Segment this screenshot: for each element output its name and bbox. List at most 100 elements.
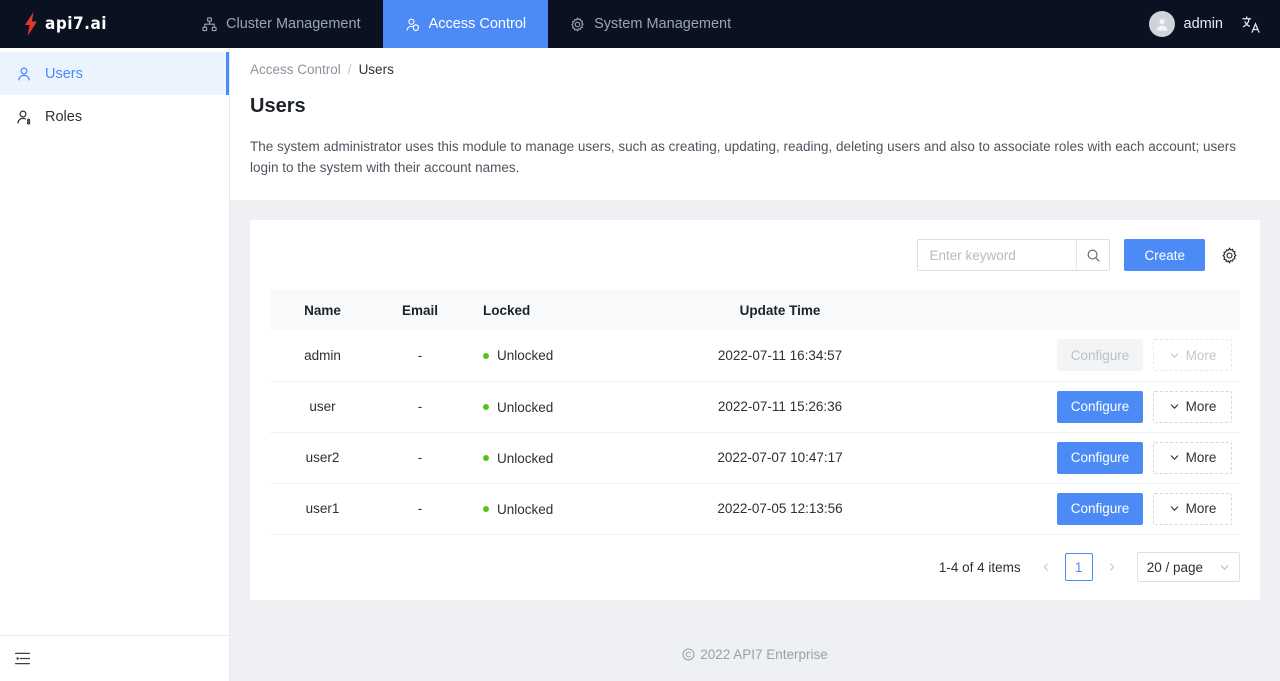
chevron-down-icon [1220, 564, 1229, 570]
search-icon [1087, 249, 1100, 262]
table-settings-button[interactable] [1219, 245, 1240, 266]
sitemap-icon [202, 16, 217, 31]
menu-fold-icon[interactable] [14, 650, 31, 667]
nav-label: Access Control [428, 16, 527, 32]
nav-item-access-control[interactable]: Access Control [382, 0, 549, 48]
nav-item-system-management[interactable]: System Management [548, 0, 753, 48]
main-nav: Cluster Management Access Control System… [180, 0, 753, 48]
create-button[interactable]: Create [1124, 239, 1205, 271]
menu-fold-glyph [14, 652, 31, 665]
cell-email: - [375, 381, 465, 433]
sidebar: Users Roles [0, 48, 230, 681]
users-card: Create Name Email Locked [250, 220, 1260, 600]
table-head: Name Email Locked Update Time [270, 290, 1240, 330]
cell-update-time: 2022-07-11 15:26:36 [655, 381, 905, 433]
app-logo[interactable]: api7.ai [0, 0, 180, 48]
pagination-next-button[interactable] [1102, 553, 1122, 581]
chevron-down-icon [1170, 404, 1178, 409]
nav-label: Cluster Management [226, 16, 361, 32]
cell-locked: Unlocked [465, 381, 655, 433]
cell-email: - [375, 432, 465, 484]
column-header-update-time: Update Time [655, 290, 905, 330]
status-badge: Unlocked [497, 348, 554, 364]
search-button[interactable] [1076, 240, 1110, 270]
lightning-bolt-icon [25, 12, 37, 36]
table-toolbar: Create [270, 220, 1240, 290]
search-input[interactable] [918, 240, 1077, 270]
sidebar-footer [0, 635, 229, 681]
footer-text: 2022 API7 Enterprise [700, 646, 828, 662]
configure-button: Configure [1057, 339, 1143, 372]
gear-icon [1222, 246, 1237, 264]
more-label: More [1185, 501, 1217, 516]
page-size-select[interactable]: 20 / page [1136, 552, 1240, 582]
cell-locked: Unlocked [465, 432, 655, 484]
nav-label: System Management [594, 16, 732, 32]
cell-name: admin [270, 330, 375, 382]
nav-item-cluster-management[interactable]: Cluster Management [180, 0, 383, 48]
chevron-left-icon [1043, 563, 1048, 571]
top-bar-right-actions: admin [1148, 0, 1263, 48]
table-header-row: Name Email Locked Update Time [270, 290, 1240, 330]
translate-icon [1242, 15, 1260, 33]
column-header-email: Email [375, 290, 465, 330]
user-icon [18, 66, 30, 80]
status-dot [483, 352, 489, 359]
page-title: Users [250, 95, 306, 117]
app-body: Users Roles Access Control / Users Users… [0, 48, 1280, 681]
cell-email: - [375, 483, 465, 535]
gear-icon [571, 16, 584, 32]
chevron-down-icon [1170, 353, 1178, 358]
sidebar-item-label: Roles [45, 108, 83, 125]
table-row: admin - Unlocked 2022-07-11 16:34:57 Con… [270, 330, 1240, 382]
avatar-icon [1156, 18, 1167, 31]
sidebar-item-roles[interactable]: Roles [0, 95, 229, 138]
table-row: user2 - Unlocked 2022-07-07 10:47:17 Con… [270, 432, 1240, 484]
sidebar-item-label: Users [45, 65, 83, 82]
cell-name: user1 [270, 483, 375, 535]
breadcrumb-parent[interactable]: Access Control [250, 62, 341, 77]
pagination-page-1[interactable]: 1 [1064, 553, 1093, 581]
cell-locked: Unlocked [465, 483, 655, 535]
more-button[interactable]: More [1153, 492, 1232, 525]
status-dot [483, 403, 489, 410]
page-footer: 2022 API7 Enterprise [230, 627, 1280, 681]
app-logo-text: api7.ai [45, 14, 108, 34]
more-button[interactable]: More [1153, 441, 1232, 474]
status-badge: Unlocked [497, 399, 554, 415]
more-label: More [1185, 399, 1217, 414]
chevron-right-icon [1109, 563, 1115, 571]
pagination: 1-4 of 4 items 1 20 / page [270, 535, 1240, 600]
column-header-name: Name [270, 290, 375, 330]
page-size-label: 20 / page [1146, 559, 1203, 575]
configure-button[interactable]: Configure [1057, 390, 1143, 423]
sidebar-item-users[interactable]: Users [0, 52, 229, 95]
configure-button[interactable]: Configure [1057, 492, 1143, 525]
table-row: user1 - Unlocked 2022-07-05 12:13:56 Con… [270, 483, 1240, 535]
cell-update-time: 2022-07-07 10:47:17 [655, 432, 905, 484]
cell-name: user [270, 381, 375, 433]
pagination-prev-button[interactable] [1036, 553, 1056, 581]
breadcrumb: Access Control / Users [250, 48, 1260, 77]
more-label: More [1185, 450, 1217, 465]
more-button[interactable]: More [1153, 390, 1232, 423]
configure-button[interactable]: Configure [1057, 441, 1143, 474]
breadcrumb-current: Users [358, 62, 394, 77]
cell-actions: Configure More [905, 330, 1240, 382]
column-header-actions [905, 290, 1240, 330]
pagination-total: 1-4 of 4 items [938, 559, 1021, 575]
chevron-down-icon [1170, 506, 1178, 511]
language-switcher[interactable] [1241, 14, 1262, 35]
main-content: Access Control / Users Users The system … [230, 48, 1280, 681]
cell-update-time: 2022-07-11 16:34:57 [655, 330, 905, 382]
cell-email: - [375, 330, 465, 382]
status-dot [483, 454, 489, 461]
cell-locked: Unlocked [465, 330, 655, 382]
table-body: admin - Unlocked 2022-07-11 16:34:57 Con… [270, 330, 1240, 535]
user-menu[interactable]: admin [1148, 11, 1223, 37]
user-shield-icon [406, 18, 419, 31]
search-box [917, 239, 1111, 271]
sidebar-menu: Users Roles [0, 48, 229, 138]
user-group-icon [17, 109, 31, 124]
table-row: user - Unlocked 2022-07-11 15:26:36 Conf… [270, 381, 1240, 433]
